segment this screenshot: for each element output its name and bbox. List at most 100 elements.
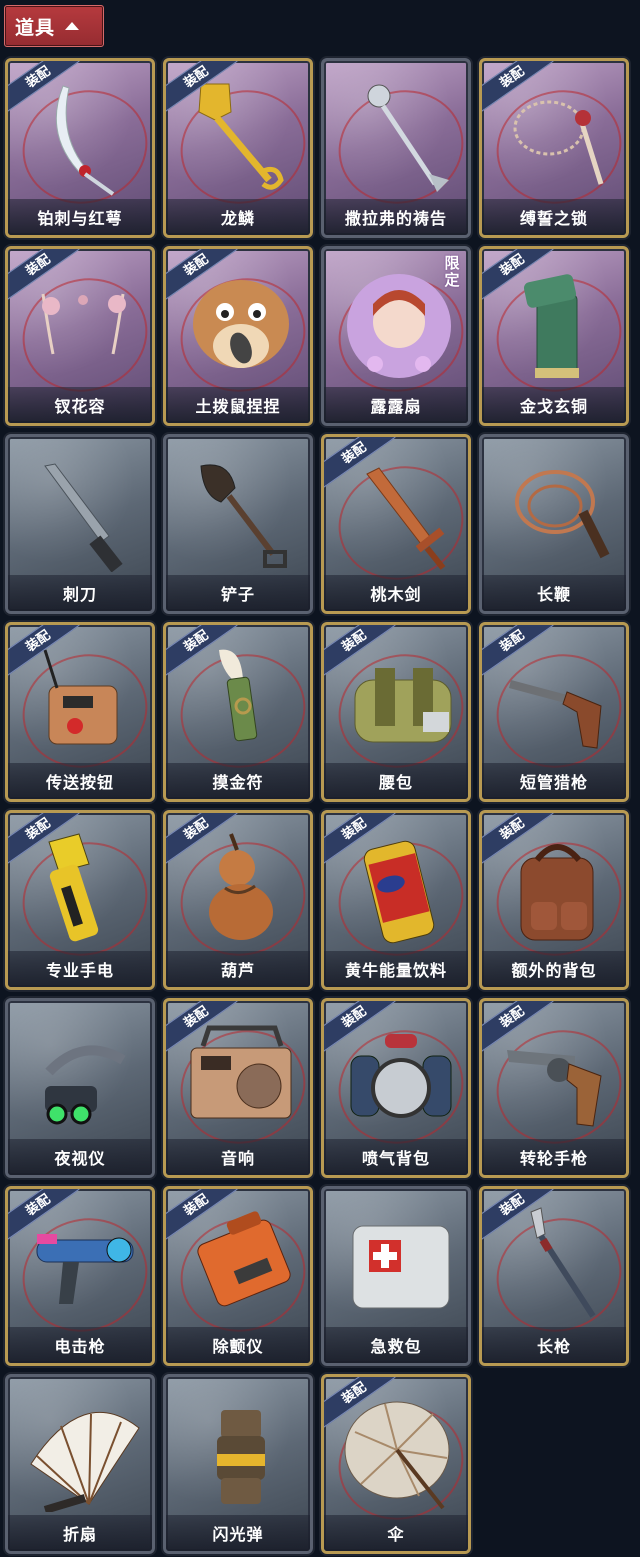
- item-card[interactable]: 折扇: [5, 1374, 155, 1554]
- item-card[interactable]: 装配 铂刺与红萼: [5, 58, 155, 238]
- teleport-button-icon: [43, 649, 118, 745]
- item-card[interactable]: 装配 钗花容: [5, 246, 155, 426]
- item-card[interactable]: 装配 缚誓之锁: [479, 58, 629, 238]
- card-corner-decoration: [610, 1189, 626, 1205]
- curved-blade-icon: [55, 85, 115, 196]
- groundhog-plush-icon: [193, 280, 289, 368]
- item-name: 缚誓之锁: [482, 199, 626, 235]
- item-card[interactable]: 刺刀: [5, 434, 155, 614]
- item-name: 额外的背包: [482, 951, 626, 987]
- umbrella-icon: [344, 1401, 450, 1510]
- card-corner-decoration: [610, 1001, 626, 1017]
- item-card[interactable]: 长鞭: [479, 434, 629, 614]
- folding-fan-icon: [30, 1411, 140, 1512]
- first-aid-kit-icon: [352, 1225, 450, 1309]
- waist-bag-icon: [354, 668, 452, 743]
- item-card[interactable]: 装配 额外的背包: [479, 810, 629, 990]
- item-card[interactable]: 装配 电击枪: [5, 1186, 155, 1366]
- radio-speaker-icon: [190, 1025, 292, 1119]
- item-name: 长枪: [482, 1327, 626, 1363]
- item-card[interactable]: 装配 金戈玄铜: [479, 246, 629, 426]
- card-corner-decoration: [136, 249, 152, 265]
- stun-gun-icon: [36, 1234, 134, 1304]
- revolver-icon: [507, 1050, 602, 1127]
- item-card[interactable]: 装配 长枪: [479, 1186, 629, 1366]
- item-name: 伞: [324, 1515, 468, 1551]
- item-card[interactable]: 装配 葫芦: [163, 810, 313, 990]
- item-name: 刺刀: [8, 575, 152, 611]
- anime-girl-fan-icon: [347, 274, 451, 378]
- card-corner-decoration: [294, 1377, 310, 1393]
- item-card[interactable]: 装配伞: [321, 1374, 471, 1554]
- card-corner-decoration: [294, 249, 310, 265]
- whip-icon: [515, 470, 610, 559]
- item-card[interactable]: 装配 转轮手枪: [479, 998, 629, 1178]
- card-corner-decoration: [136, 61, 152, 77]
- night-vision-icon: [45, 1045, 126, 1125]
- item-card[interactable]: 夜视仪: [5, 998, 155, 1178]
- item-card[interactable]: 装配 短管猎枪: [479, 622, 629, 802]
- flashlight-icon: [48, 833, 99, 942]
- item-card[interactable]: 装配 喷气背包: [321, 998, 471, 1178]
- item-card[interactable]: 装配 土拨鼠捏捏: [163, 246, 313, 426]
- bayonet-icon: [44, 463, 123, 572]
- card-corner-decoration: [452, 437, 468, 453]
- card-corner-decoration: [610, 437, 626, 453]
- card-corner-decoration: [610, 813, 626, 829]
- item-name: 铲子: [166, 575, 310, 611]
- item-card[interactable]: 装配 黄牛能量饮料: [321, 810, 471, 990]
- card-corner-decoration: [294, 625, 310, 641]
- item-name: 夜视仪: [8, 1139, 152, 1175]
- item-card[interactable]: 撒拉弗的祷告: [321, 58, 471, 238]
- energy-drink-icon: [363, 840, 435, 944]
- item-name: 转轮手枪: [482, 1139, 626, 1175]
- item-card[interactable]: 装配 音响: [163, 998, 313, 1178]
- item-card[interactable]: 装配 专业手电: [5, 810, 155, 990]
- card-corner-decoration: [136, 813, 152, 829]
- card-corner-decoration: [294, 813, 310, 829]
- item-card[interactable]: 限定 露露扇: [321, 246, 471, 426]
- jetpack-icon: [350, 1034, 452, 1118]
- item-card[interactable]: 装配 龙鳞: [163, 58, 313, 238]
- item-card[interactable]: 装配 除颤仪: [163, 1186, 313, 1366]
- card-corner-decoration: [452, 625, 468, 641]
- card-corner-decoration: [294, 1001, 310, 1017]
- item-name: 喷气背包: [324, 1139, 468, 1175]
- item-name: 折扇: [8, 1515, 152, 1551]
- item-name: 摸金符: [166, 763, 310, 799]
- item-name: 闪光弹: [166, 1515, 310, 1551]
- item-card[interactable]: 铲子: [163, 434, 313, 614]
- card-corner-decoration: [136, 625, 152, 641]
- item-card[interactable]: 闪光弹: [163, 1374, 313, 1554]
- card-corner-decoration: [452, 813, 468, 829]
- item-name: 撒拉弗的祷告: [324, 199, 468, 235]
- items-category-tab[interactable]: 道具: [4, 5, 104, 47]
- item-name: 短管猎枪: [482, 763, 626, 799]
- item-name: 除颤仪: [166, 1327, 310, 1363]
- spear-icon: [530, 1207, 596, 1318]
- item-name: 钗花容: [8, 387, 152, 423]
- item-name: 传送按钮: [8, 763, 152, 799]
- category-label: 道具: [15, 16, 56, 39]
- item-card[interactable]: 装配 腰包: [321, 622, 471, 802]
- item-name: 露露扇: [324, 387, 468, 423]
- card-corner-decoration: [136, 437, 152, 453]
- card-corner-decoration: [452, 61, 468, 77]
- hair-pin-icon: [41, 293, 126, 355]
- item-card[interactable]: 装配 摸金符: [163, 622, 313, 802]
- item-name: 急救包: [324, 1327, 468, 1363]
- gold-shovel-icon: [198, 83, 284, 190]
- tooth-amulet-icon: [219, 649, 258, 742]
- item-card[interactable]: 急救包: [321, 1186, 471, 1366]
- card-corner-decoration: [294, 437, 310, 453]
- item-card[interactable]: 装配 桃木剑: [321, 434, 471, 614]
- item-card[interactable]: 装配 传送按钮: [5, 622, 155, 802]
- card-corner-decoration: [294, 61, 310, 77]
- card-corner-decoration: [136, 1001, 152, 1017]
- item-name: 土拨鼠捏捏: [166, 387, 310, 423]
- card-corner-decoration: [452, 1189, 468, 1205]
- card-corner-decoration: [294, 1189, 310, 1205]
- chain-flail-icon: [513, 100, 604, 185]
- item-name: 电击枪: [8, 1327, 152, 1363]
- silver-staff-icon: [367, 84, 449, 192]
